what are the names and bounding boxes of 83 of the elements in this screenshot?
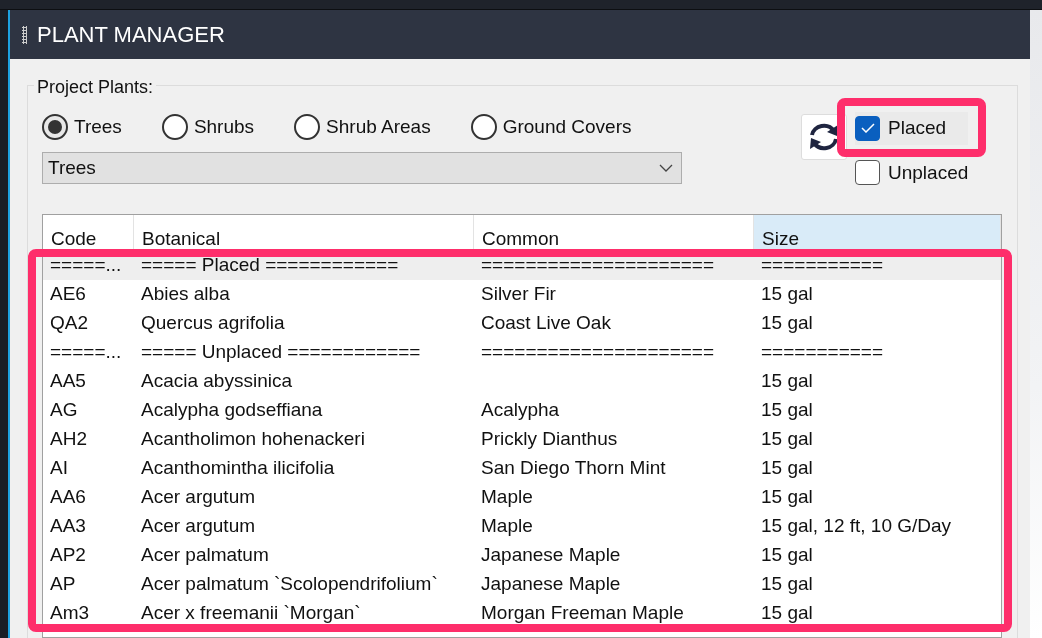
table-cell-text: QA2: [49, 311, 90, 336]
category-radio[interactable]: Ground Covers: [470, 112, 632, 142]
checkbox-box[interactable]: [855, 160, 880, 186]
table-cell-text: ===== Placed ============: [140, 253, 400, 278]
table-row[interactable]: AG Acalypha godseffiana Acalypha 15 gal: [43, 396, 1001, 425]
table-cell-text: AE6: [49, 282, 87, 307]
panel-title: PLANT MANAGER: [37, 21, 225, 49]
category-radio[interactable]: Shrub Areas: [294, 112, 431, 142]
table-row[interactable]: =====... ===== Unplaced ============ ===================== ===========: [43, 338, 1001, 367]
table-cell-text: AI: [49, 456, 69, 481]
radio-circle[interactable]: [161, 114, 188, 140]
table-cell-text: Japanese Maple: [480, 543, 622, 568]
table-cell-text: Acer palmatum: [140, 543, 270, 568]
table-cell-text: AA5: [49, 369, 87, 394]
checkbox-box[interactable]: [855, 115, 880, 141]
table-cell-text: 15 gal: [760, 601, 814, 626]
table-cell-text: 15 gal: [760, 572, 814, 597]
table-cell-text: Morgan Freeman Maple: [480, 601, 685, 626]
category-radio[interactable]: Trees: [42, 112, 122, 142]
table-cell-text: =====================: [480, 253, 715, 278]
radio-circle[interactable]: [42, 114, 68, 140]
table-cell-text: Coast Live Oak: [480, 311, 612, 336]
table-cell-text: 15 gal, 12 ft, 10 G/Day: [760, 514, 953, 539]
table-row[interactable]: AP2 Acer palmatum Japanese Maple 15 gal: [43, 541, 1001, 570]
table-cell-text: Acanthomintha ilicifolia: [140, 456, 336, 481]
table-cell-text: AA3: [49, 514, 87, 539]
table-cell-text: San Diego Thorn Mint: [480, 456, 667, 481]
column-header[interactable]: Size: [754, 215, 1001, 251]
table-row[interactable]: AP Acer palmatum `Scolopendrifolium` Japanese Maple 15 gal: [43, 570, 1001, 599]
radio-circle[interactable]: [294, 114, 321, 140]
table-cell-text: Acer palmatum `Scolopendrifolium`: [140, 572, 439, 597]
filter-checkbox[interactable]: Unplaced: [855, 158, 969, 187]
column-header[interactable]: Code: [43, 215, 134, 251]
table-cell-text: ===== Unplaced ============: [140, 340, 422, 365]
table-cell-text: =====================: [480, 340, 715, 365]
table-cell-text: 15 gal: [760, 456, 814, 481]
table-cell-text: Acantholimon hohenackeri: [140, 427, 366, 452]
table-cell-text: 15 gal: [760, 485, 814, 510]
table-cell-text: 15 gal: [760, 369, 814, 394]
table-cell-text: 15 gal: [760, 282, 814, 307]
table-cell-text: ===========: [760, 253, 885, 278]
table-cell-text: =====...: [49, 340, 123, 365]
table-cell-text: Acalypha godseffiana: [140, 398, 324, 423]
table-cell-text: AG: [49, 398, 79, 423]
table-cell-text: Maple: [480, 485, 534, 510]
category-dropdown[interactable]: Trees: [42, 152, 682, 184]
table-cell-text: Acer argutum: [140, 514, 257, 539]
chevron-icon: [659, 164, 673, 172]
table-row[interactable]: AI Acanthomintha ilicifolia San Diego Thorn Mint 15 gal: [43, 454, 1001, 483]
table-cell-text: AP2: [49, 543, 87, 568]
table-cell-text: =====...: [49, 253, 123, 278]
table-cell-text: 15 gal: [760, 427, 814, 452]
table-row[interactable]: AA5 Acacia abyssinica 15 gal: [43, 367, 1001, 396]
table-cell-text: AP: [49, 572, 77, 597]
radio-circle[interactable]: [470, 114, 497, 140]
table-cell-text: Japanese Maple: [480, 572, 622, 597]
table-row[interactable]: AE6 Abies alba Silver Fir 15 gal: [43, 280, 1001, 309]
table-cell-text: Silver Fir: [480, 282, 557, 307]
table-cell-text: Acalypha: [480, 398, 561, 423]
table-row[interactable]: AA6 Acer argutum Maple 15 gal: [43, 483, 1001, 512]
table-cell-text: Acacia abyssinica: [140, 369, 294, 394]
table-cell-text: Acer argutum: [140, 485, 257, 510]
grip-icon[interactable]: [22, 25, 27, 44]
table-row[interactable]: QA2 Quercus agrifolia Coast Live Oak 15 gal: [43, 309, 1001, 338]
table-row[interactable]: Am3 Acer x freemanii `Morgan` Morgan Freeman Maple 15 gal: [43, 599, 1001, 628]
table-row[interactable]: AH2 Acantholimon hohenackeri Prickly Dianthus 15 gal: [43, 425, 1001, 454]
table-cell-text: Prickly Dianthus: [480, 427, 619, 452]
check-icon: [860, 123, 875, 134]
table-cell-text: 15 gal: [760, 543, 814, 568]
table-cell-text: Am3: [49, 601, 91, 626]
table-cell-text: Maple: [480, 514, 534, 539]
column-header[interactable]: Botanical: [134, 215, 474, 251]
table-cell-text: Abies alba: [140, 282, 231, 307]
table-cell-text: 15 gal: [760, 398, 814, 423]
filter-checkbox[interactable]: Placed: [855, 112, 969, 145]
table-cell-text: Acer x freemanii `Morgan`: [140, 601, 362, 626]
table-cell-text: 15 gal: [760, 311, 814, 336]
category-radio[interactable]: Shrubs: [161, 112, 255, 142]
table-row[interactable]: AA3 Acer argutum Maple 15 gal, 12 ft, 10 G/Day: [43, 512, 1001, 541]
table-cell-text: Quercus agrifolia: [140, 311, 286, 336]
table-cell-text: AH2: [49, 427, 88, 452]
table-cell-text: AA6: [49, 485, 87, 510]
table-cell-text: ===========: [760, 340, 885, 365]
